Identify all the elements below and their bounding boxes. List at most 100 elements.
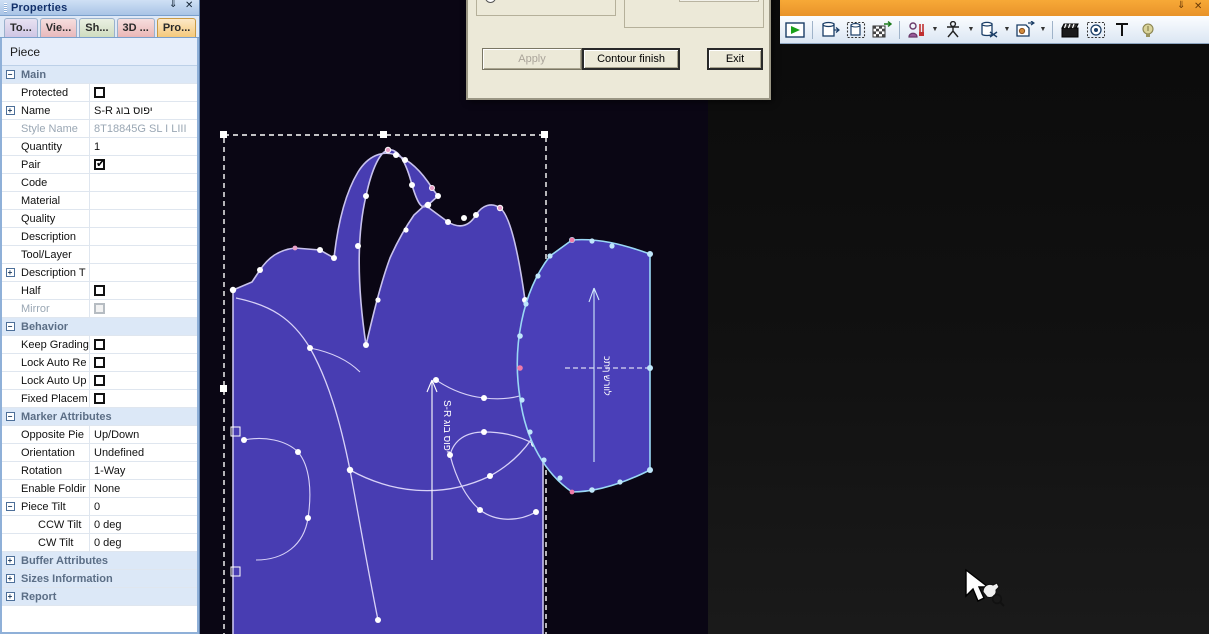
expand-toggle-description-text[interactable]: + [2, 264, 18, 281]
row-description-text[interactable]: + Description T [2, 264, 197, 282]
close-icon[interactable] [1194, 1, 1205, 14]
code-value[interactable] [90, 174, 197, 191]
section-sizes-information[interactable]: + Sizes Information [2, 570, 197, 588]
apply-button[interactable]: Apply [482, 48, 582, 70]
tab-view[interactable]: Vie... [39, 18, 78, 37]
panel-tab-strip[interactable]: To... Vie... Sh... 3D ... Pro... [0, 16, 199, 38]
3d-toolbar[interactable]: ▼ ▼ ▼ ▼ [780, 16, 1209, 44]
row-fixed-placement[interactable]: Fixed Placem [2, 390, 197, 408]
ccw-tilt-value[interactable]: 0 deg [90, 516, 197, 533]
row-pair[interactable]: Pair [2, 156, 197, 174]
tab-properties[interactable]: Pro... [156, 18, 197, 37]
tab-3d[interactable]: 3D ... [116, 18, 155, 37]
fixed-placement-checkbox[interactable] [94, 393, 105, 404]
row-cw-tilt[interactable]: CW Tilt 0 deg [2, 534, 197, 552]
row-label: CW Tilt [18, 534, 90, 551]
chevron-down-icon[interactable]: ▼ [931, 19, 939, 41]
section-behavior[interactable]: − Behavior [2, 318, 197, 336]
expand-toggle-sizes[interactable]: + [2, 570, 18, 587]
section-report[interactable]: + Report [2, 588, 197, 606]
row-material[interactable]: Material [2, 192, 197, 210]
half-checkbox[interactable] [94, 285, 105, 296]
row-tool-layer[interactable]: Tool/Layer [2, 246, 197, 264]
pair-checkbox[interactable] [94, 157, 105, 170]
enable-folding-value[interactable]: None [90, 480, 197, 497]
render-preview-icon[interactable] [1084, 18, 1108, 42]
expand-toggle-report[interactable]: + [2, 588, 18, 605]
collapse-toggle-piece-tilt[interactable]: − [2, 498, 18, 515]
properties-title-bar[interactable]: Properties [0, 0, 199, 16]
row-protected[interactable]: Protected [2, 84, 197, 102]
description-value[interactable] [90, 228, 197, 245]
lock-auto-update-checkbox[interactable] [94, 375, 105, 386]
light-bulb-icon[interactable] [1136, 18, 1160, 42]
properties-panel[interactable]: Properties To... Vie... Sh... 3D ... Pro… [0, 0, 200, 634]
image-map-icon[interactable] [1013, 18, 1037, 42]
chevron-down-icon[interactable]: ▼ [1039, 19, 1047, 41]
row-orientation[interactable]: Orientation Undefined [2, 444, 197, 462]
row-opposite-piece[interactable]: Opposite Pie Up/Down [2, 426, 197, 444]
collapse-toggle-main[interactable]: − [2, 66, 18, 83]
material-value[interactable] [90, 192, 197, 209]
panel-drag-grip[interactable] [4, 2, 7, 13]
notch-type-dropdown[interactable]: T notch ▼ [679, 0, 759, 2]
notch-contour-dialog[interactable]: Button Notch Curve Non Curve Notch: T no… [466, 0, 771, 100]
radio-row-notch[interactable]: Notch [485, 0, 532, 5]
mannequin-icon[interactable] [941, 18, 965, 42]
row-name[interactable]: + Name S-R יפוס בוג [2, 102, 197, 120]
row-quality[interactable]: Quality [2, 210, 197, 228]
text-tool-icon[interactable] [1110, 18, 1134, 42]
contour-finish-button[interactable]: Contour finish [582, 48, 680, 70]
properties-grid[interactable]: Piece − Main Protected + Name S-R יפוס ב… [0, 38, 199, 634]
tab-tools[interactable]: To... [4, 18, 38, 37]
select-piece-icon[interactable] [844, 18, 868, 42]
row-piece-tilt[interactable]: − Piece Tilt 0 [2, 498, 197, 516]
protected-checkbox[interactable] [94, 87, 105, 98]
piece-tilt-value[interactable]: 0 [90, 498, 197, 515]
close-icon[interactable] [185, 0, 196, 13]
exit-button[interactable]: Exit [707, 48, 763, 70]
chevron-down-icon[interactable]: ▼ [967, 19, 975, 41]
movie-clapper-icon[interactable] [1058, 18, 1082, 42]
quantity-value[interactable]: 1 [90, 138, 197, 155]
row-quantity[interactable]: Quantity 1 [2, 138, 197, 156]
opposite-piece-value[interactable]: Up/Down [90, 426, 197, 443]
cw-tilt-value[interactable]: 0 deg [90, 534, 197, 551]
collapse-toggle-marker[interactable]: − [2, 408, 18, 425]
3d-garment-viewport[interactable] [708, 0, 1209, 634]
chevron-down-icon[interactable]: ▼ [1003, 19, 1011, 41]
row-enable-folding[interactable]: Enable Foldir None [2, 480, 197, 498]
avatar-tools-icon[interactable] [905, 18, 929, 42]
row-code[interactable]: Code [2, 174, 197, 192]
name-value[interactable]: S-R יפוס בוג [90, 102, 197, 119]
row-keep-grading[interactable]: Keep Grading [2, 336, 197, 354]
play-run-icon[interactable] [783, 18, 807, 42]
lock-auto-reduce-checkbox[interactable] [94, 357, 105, 368]
tool-layer-value[interactable] [90, 246, 197, 263]
expand-toggle-name[interactable]: + [2, 102, 18, 119]
row-rotation[interactable]: Rotation 1-Way [2, 462, 197, 480]
fabric-cut-icon[interactable] [977, 18, 1001, 42]
orientation-value[interactable]: Undefined [90, 444, 197, 461]
notch-radio[interactable] [485, 0, 496, 3]
tab-shape[interactable]: Sh... [79, 18, 115, 37]
pin-icon[interactable] [1176, 0, 1187, 14]
rotation-value[interactable]: 1-Way [90, 462, 197, 479]
keep-grading-checkbox[interactable] [94, 339, 105, 350]
expand-toggle-buffer[interactable]: + [2, 552, 18, 569]
row-ccw-tilt[interactable]: CCW Tilt 0 deg [2, 516, 197, 534]
description-text-value[interactable] [90, 264, 197, 281]
texture-export-icon[interactable] [870, 18, 894, 42]
section-main[interactable]: − Main [2, 66, 197, 84]
section-buffer-attributes[interactable]: + Buffer Attributes [2, 552, 197, 570]
row-half[interactable]: Half [2, 282, 197, 300]
pin-icon[interactable] [168, 0, 179, 13]
row-lock-auto-reduce[interactable]: Lock Auto Re [2, 354, 197, 372]
collapse-toggle-behavior[interactable]: − [2, 318, 18, 335]
row-lock-auto-update[interactable]: Lock Auto Up [2, 372, 197, 390]
row-description[interactable]: Description [2, 228, 197, 246]
piece-cylinder-icon[interactable] [818, 18, 842, 42]
section-marker-attributes[interactable]: − Marker Attributes [2, 408, 197, 426]
window-title-bar[interactable] [780, 0, 1209, 16]
quality-value[interactable] [90, 210, 197, 227]
